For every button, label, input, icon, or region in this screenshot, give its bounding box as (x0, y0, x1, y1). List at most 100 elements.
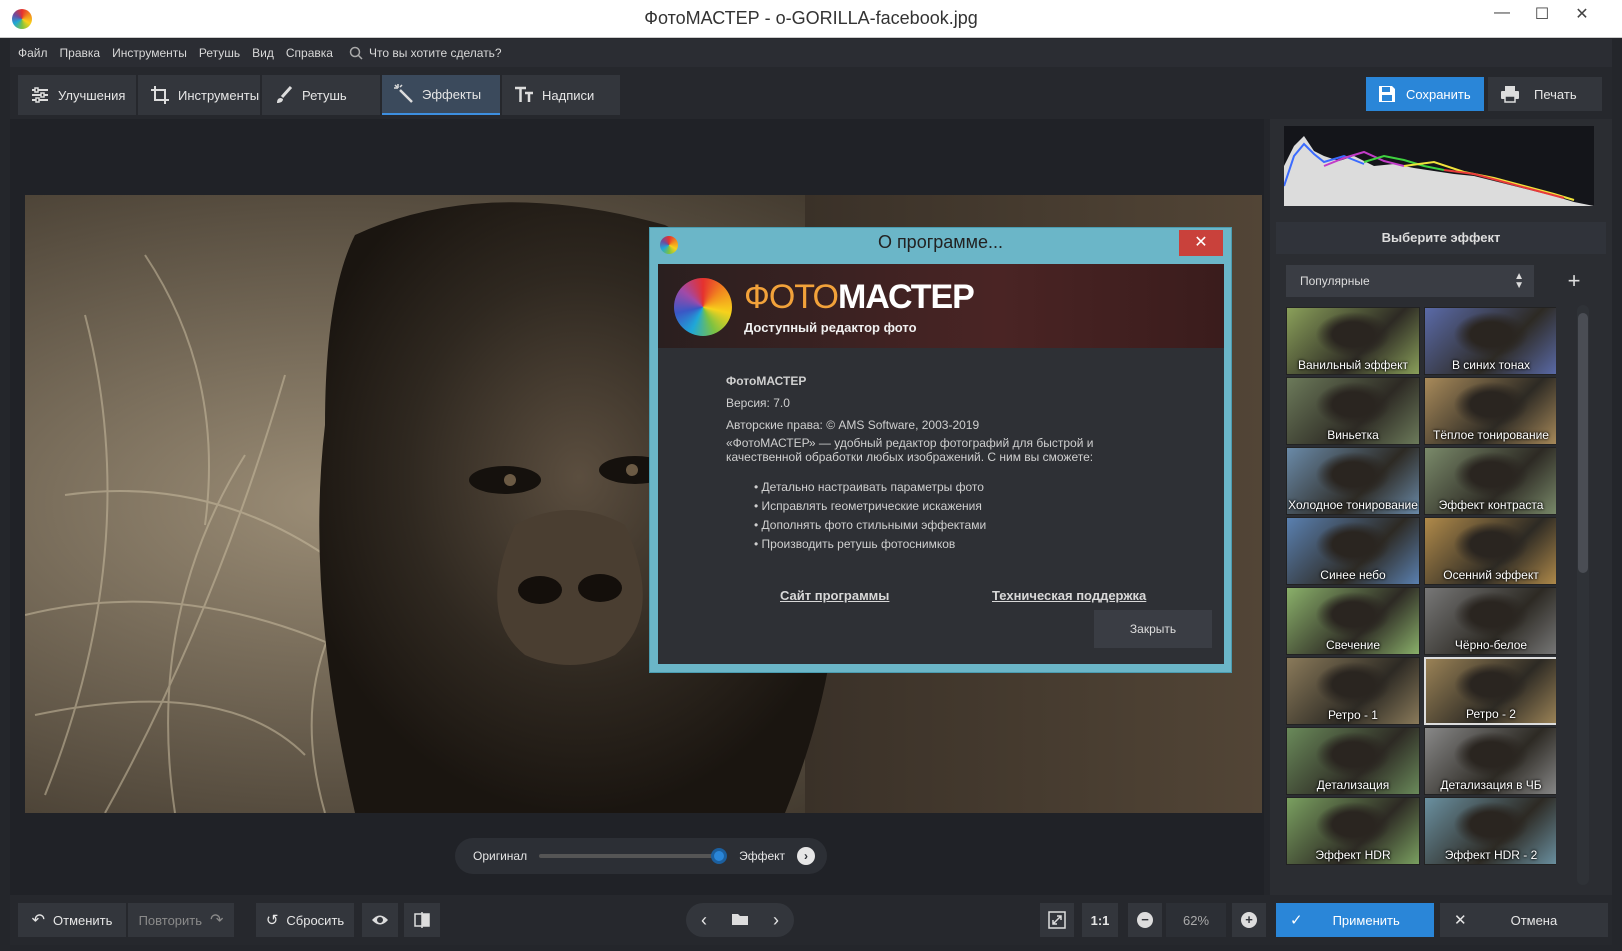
effect-thumb-label: Эффект HDR - 2 (1444, 848, 1538, 862)
preview-eye-button[interactable] (362, 903, 398, 937)
menu-edit[interactable]: Правка (60, 46, 101, 60)
plus-icon: + (1241, 912, 1257, 928)
text-icon (515, 86, 533, 102)
tab-label: Улучшения (58, 87, 126, 103)
tab-label: Ретушь (302, 87, 347, 103)
brush-icon (277, 85, 293, 103)
effect-thumb[interactable]: Чёрно-белое (1424, 587, 1556, 655)
minimize-button[interactable]: — (1482, 4, 1522, 28)
about-version: Версия: 7.0 (726, 396, 790, 410)
logo-icon (674, 278, 732, 336)
menu-view[interactable]: Вид (252, 46, 274, 60)
about-bullet: • Исправлять геометрические искажения (754, 499, 982, 513)
printer-icon (1501, 86, 1519, 103)
close-window-button[interactable]: ✕ (1562, 4, 1602, 28)
folder-icon[interactable] (722, 912, 758, 929)
effects-scrollbar[interactable] (1577, 305, 1589, 885)
scrollbar-thumb[interactable] (1578, 313, 1588, 573)
tab-text[interactable]: Надписи (502, 75, 620, 115)
save-button[interactable]: Сохранить (1366, 77, 1484, 111)
dialog-title: О программе... (877, 232, 1004, 252)
title-bar: ФотоМАСТЕР - o-GORILLA-facebook.jpg — ☐ … (0, 0, 1622, 38)
effect-thumb[interactable]: Ретро - 1 (1286, 657, 1420, 725)
zoom-level[interactable]: 62% (1166, 903, 1226, 937)
file-navigator: ‹ › (686, 903, 794, 937)
about-description-2: качественной обработки любых изображений… (726, 450, 1094, 464)
about-description-1: «ФотоМАСТЕР» — удобный редактор фотограф… (726, 436, 1094, 450)
effect-thumb[interactable]: Тёплое тонирование (1424, 377, 1556, 445)
menu-search[interactable]: Что вы хотите сделать? (349, 46, 502, 60)
cancel-button[interactable]: ✕ Отмена (1440, 903, 1608, 937)
effect-thumb[interactable]: Холодное тонирование (1286, 447, 1420, 515)
tab-effects[interactable]: Эффекты (382, 75, 500, 115)
effect-thumb-label: Свечение (1325, 638, 1381, 652)
about-dialog: О программе... ✕ ФОТОМАСТЕР Доступный ре… (649, 227, 1232, 673)
effect-thumb-label: Осенний эффект (1443, 568, 1539, 582)
slider-handle[interactable] (711, 848, 728, 864)
maximize-button[interactable]: ☐ (1522, 4, 1562, 28)
tab-retouch[interactable]: Ретушь (262, 75, 380, 115)
zoom-in-button[interactable]: + (1232, 903, 1266, 937)
menu-bar: Файл Правка Инструменты Ретушь Вид Справ… (10, 39, 1612, 67)
menu-help[interactable]: Справка (286, 46, 333, 60)
effect-thumb[interactable]: Детализация (1286, 727, 1420, 795)
add-effect-button[interactable]: + (1558, 265, 1590, 297)
redo-button[interactable]: Повторить ↷ (128, 903, 234, 937)
effect-thumb[interactable]: Эффект HDR - 2 (1424, 797, 1556, 865)
effect-thumb[interactable]: В синих тонах (1424, 307, 1556, 375)
effect-thumb-label: Синее небо (1320, 568, 1386, 582)
effect-thumb[interactable]: Эффект контраста (1424, 447, 1556, 515)
tab-tools[interactable]: Инструменты (138, 75, 260, 115)
fit-screen-button[interactable] (1040, 903, 1074, 937)
prev-image-button[interactable]: ‹ (686, 910, 722, 931)
print-button[interactable]: Печать (1488, 77, 1602, 111)
effect-thumb-label: Эффект контраста (1438, 498, 1544, 512)
dialog-close-button[interactable]: Закрыть (1094, 610, 1212, 648)
tab-enhancements[interactable]: Улучшения (18, 75, 136, 115)
menu-file[interactable]: Файл (18, 46, 48, 60)
search-placeholder: Что вы хотите сделать? (368, 46, 502, 60)
slider-track[interactable] (539, 848, 728, 864)
effect-thumb-label: Виньетка (1327, 428, 1379, 442)
next-arrow-icon[interactable]: › (797, 847, 816, 865)
effect-thumb[interactable]: Ванильный эффект (1286, 307, 1420, 375)
effects-category-select[interactable]: Популярные ▲ ▼ (1286, 265, 1534, 297)
effect-thumb[interactable]: Детализация в ЧБ (1424, 727, 1556, 795)
effect-thumb-label: Детализация в ЧБ (1440, 778, 1542, 792)
about-app-name: ФотоМАСТЕР (726, 374, 807, 388)
effect-thumb[interactable]: Свечение (1286, 587, 1420, 655)
original-label: Оригинал (473, 849, 528, 863)
dialog-close-x-button[interactable]: ✕ (1179, 230, 1223, 256)
dialog-body: ФОТОМАСТЕР Доступный редактор фото ФотоМ… (658, 264, 1224, 664)
check-icon: ✓ (1290, 912, 1303, 929)
tab-label: Инструменты (178, 87, 260, 103)
undo-icon: ↶ (31, 912, 45, 929)
updown-icon: ▲ ▼ (1514, 271, 1524, 291)
histogram (1283, 126, 1594, 206)
actual-size-button[interactable]: 1:1 (1082, 903, 1118, 937)
reset-label: Сбросить (286, 912, 345, 928)
save-label: Сохранить (1406, 86, 1471, 102)
redo-icon: ↷ (210, 912, 224, 929)
reset-button[interactable]: ↺ Сбросить (256, 903, 354, 937)
effect-thumb-label: Детализация (1316, 778, 1390, 792)
menu-tools[interactable]: Инструменты (112, 46, 187, 60)
next-image-button[interactable]: › (758, 910, 794, 931)
tab-label: Эффекты (422, 86, 482, 102)
effect-thumb[interactable]: Синее небо (1286, 517, 1420, 585)
effect-thumb[interactable]: Ретро - 2 (1424, 657, 1556, 725)
website-link[interactable]: Сайт программы (780, 588, 889, 603)
effect-thumb[interactable]: Виньетка (1286, 377, 1420, 445)
effect-label: Эффект (739, 849, 786, 863)
about-bullet: • Детально настраивать параметры фото (754, 480, 984, 494)
undo-button[interactable]: ↶ Отменить (18, 903, 126, 937)
apply-button[interactable]: ✓ Применить (1276, 903, 1434, 937)
effect-thumb[interactable]: Осенний эффект (1424, 517, 1556, 585)
zoom-out-button[interactable]: − (1128, 903, 1162, 937)
effect-thumb[interactable]: Эффект HDR (1286, 797, 1420, 865)
support-link[interactable]: Техническая поддержка (992, 588, 1146, 603)
menu-retouch[interactable]: Ретушь (199, 46, 240, 60)
compare-split-button[interactable] (404, 903, 440, 937)
search-icon (349, 46, 363, 60)
effect-thumb-label: Тёплое тонирование (1433, 428, 1549, 442)
